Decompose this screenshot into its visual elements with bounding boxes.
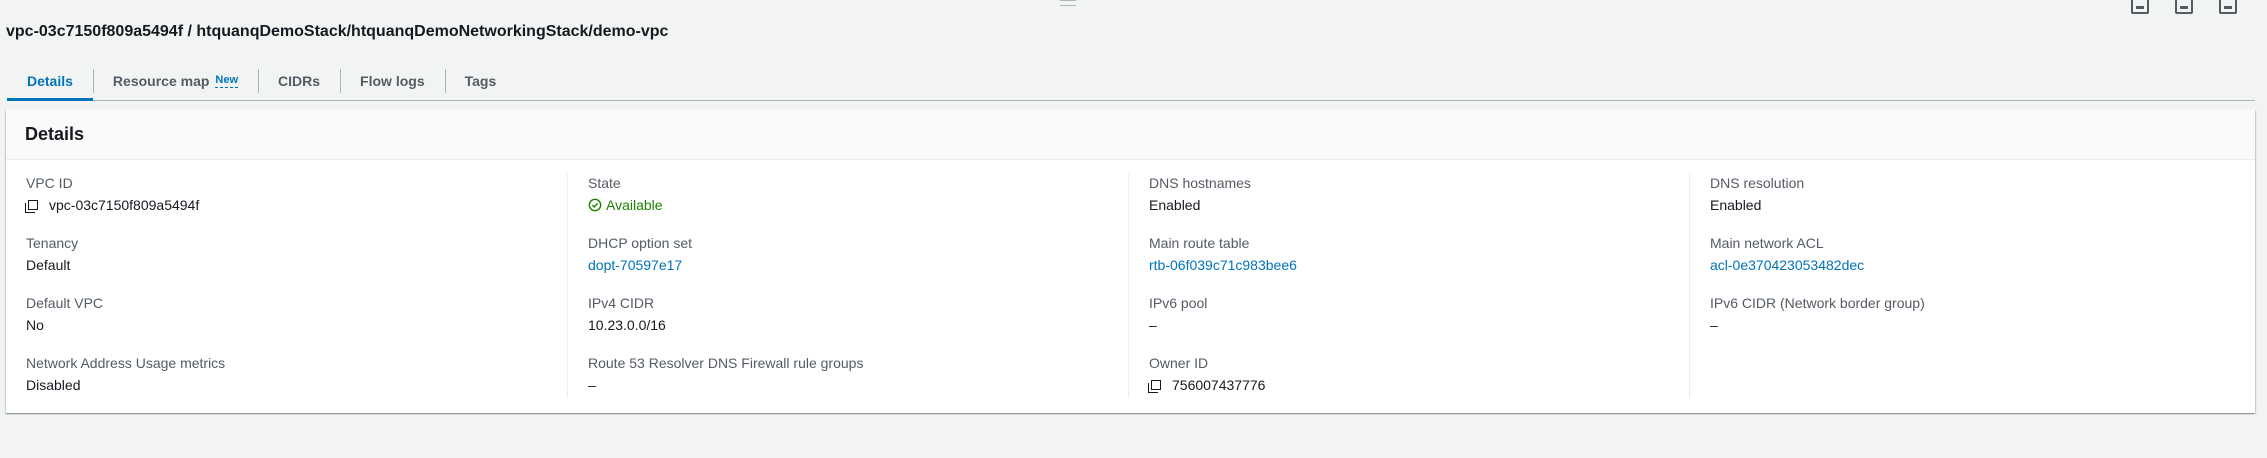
field-value: –	[1149, 317, 1157, 333]
field-tenancy: Tenancy Default	[26, 234, 567, 294]
field-label: Main route table	[1149, 235, 1250, 251]
tab-resource-map[interactable]: Resource map New	[92, 62, 258, 100]
dhcp-option-set-link[interactable]: dopt-70597e17	[588, 256, 1128, 274]
field-value: Disabled	[26, 377, 81, 393]
details-column: State Available DHCP option set dopt-705…	[567, 174, 1128, 398]
field-label: VPC ID	[26, 175, 73, 191]
tab-tags[interactable]: Tags	[444, 62, 517, 100]
field-value: 10.23.0.0/16	[588, 317, 666, 333]
field-label: DHCP option set	[588, 235, 693, 251]
details-heading: Details	[25, 124, 85, 144]
field-nau-metrics: Network Address Usage metrics Disabled	[26, 354, 567, 414]
details-column: DNS resolution Enabled Main network ACL …	[1689, 174, 2250, 398]
field-value: vpc-03c7150f809a5494f	[25, 196, 567, 214]
tab-label: CIDRs	[278, 73, 321, 89]
details-panel: Details VPC ID vpc-03c7150f809a5494f Ten…	[6, 110, 2255, 413]
new-badge: New	[215, 74, 239, 88]
field-dns-resolution: DNS resolution Enabled	[1710, 174, 2250, 234]
field-state: State Available	[588, 174, 1128, 234]
tab-details[interactable]: Details	[7, 62, 93, 101]
details-panel-header: Details	[6, 110, 2255, 160]
state-value: Available	[606, 197, 663, 213]
field-value: –	[588, 377, 596, 393]
details-column: DNS hostnames Enabled Main route table r…	[1128, 174, 1689, 398]
panel-bottom-icon[interactable]	[2131, 0, 2149, 14]
field-label: Tenancy	[26, 235, 79, 251]
field-ipv6-cidr: IPv6 CIDR (Network border group) –	[1710, 294, 2250, 354]
field-value: Enabled	[1149, 197, 1201, 213]
field-value: Available	[588, 196, 1128, 214]
field-label: Main network ACL	[1710, 235, 1824, 251]
field-ipv4-cidr: IPv4 CIDR 10.23.0.0/16	[588, 294, 1128, 354]
field-value: Default	[26, 257, 71, 273]
field-main-route-table: Main route table rtb-06f039c71c983bee6	[1149, 234, 1689, 294]
layout-toolbar	[2131, 0, 2237, 14]
tab-label: Resource map	[112, 73, 210, 89]
tab-cidrs[interactable]: CIDRs	[258, 62, 340, 100]
copy-icon[interactable]	[1148, 380, 1161, 393]
tab-bar: Details Resource map New CIDRs Flow logs …	[7, 62, 2255, 101]
field-value: –	[1710, 317, 1718, 333]
field-label: DNS hostnames	[1149, 175, 1251, 191]
panel-side-icon[interactable]	[2175, 0, 2193, 14]
field-label: IPv4 CIDR	[588, 295, 655, 311]
owner-id-value: 756007437776	[1172, 377, 1266, 393]
tab-label: Details	[27, 73, 73, 89]
field-label: Route 53 Resolver DNS Firewall rule grou…	[588, 355, 864, 371]
field-main-network-acl: Main network ACL acl-0e370423053482dec	[1710, 234, 2250, 294]
field-label: Network Address Usage metrics	[26, 355, 226, 371]
field-vpc-id: VPC ID vpc-03c7150f809a5494f	[25, 174, 567, 234]
field-label: State	[588, 175, 621, 191]
field-label: IPv6 CIDR (Network border group)	[1710, 295, 1925, 311]
tab-flow-logs[interactable]: Flow logs	[340, 62, 445, 100]
field-ipv6-pool: IPv6 pool –	[1149, 294, 1689, 354]
field-value: No	[26, 317, 44, 333]
field-label: IPv6 pool	[1149, 295, 1208, 311]
field-dhcp-option-set: DHCP option set dopt-70597e17	[588, 234, 1128, 294]
field-label: Default VPC	[26, 295, 104, 311]
panel-resize-handle[interactable]	[1060, 0, 1076, 6]
copy-icon[interactable]	[25, 200, 38, 213]
field-value: Enabled	[1710, 197, 1762, 213]
details-grid: VPC ID vpc-03c7150f809a5494f Tenancy Def…	[6, 160, 2255, 398]
field-default-vpc: Default VPC No	[26, 294, 567, 354]
tab-label: Flow logs	[360, 73, 425, 89]
field-label: DNS resolution	[1710, 175, 1805, 191]
field-label: Owner ID	[1149, 355, 1209, 371]
field-dns-hostnames: DNS hostnames Enabled	[1149, 174, 1689, 234]
status-success-icon	[588, 198, 602, 212]
main-network-acl-link[interactable]: acl-0e370423053482dec	[1710, 256, 2250, 274]
panel-full-icon[interactable]	[2219, 0, 2237, 14]
main-route-table-link[interactable]: rtb-06f039c71c983bee6	[1149, 256, 1689, 274]
tab-label: Tags	[464, 73, 497, 89]
details-column: VPC ID vpc-03c7150f809a5494f Tenancy Def…	[6, 174, 567, 398]
field-dns-firewall: Route 53 Resolver DNS Firewall rule grou…	[588, 354, 1128, 414]
field-value: 756007437776	[1148, 376, 1689, 394]
field-owner-id: Owner ID 756007437776	[1148, 354, 1689, 414]
page-title: vpc-03c7150f809a5494f / htquanqDemoStack…	[6, 23, 669, 40]
vpc-id-value: vpc-03c7150f809a5494f	[49, 197, 200, 213]
